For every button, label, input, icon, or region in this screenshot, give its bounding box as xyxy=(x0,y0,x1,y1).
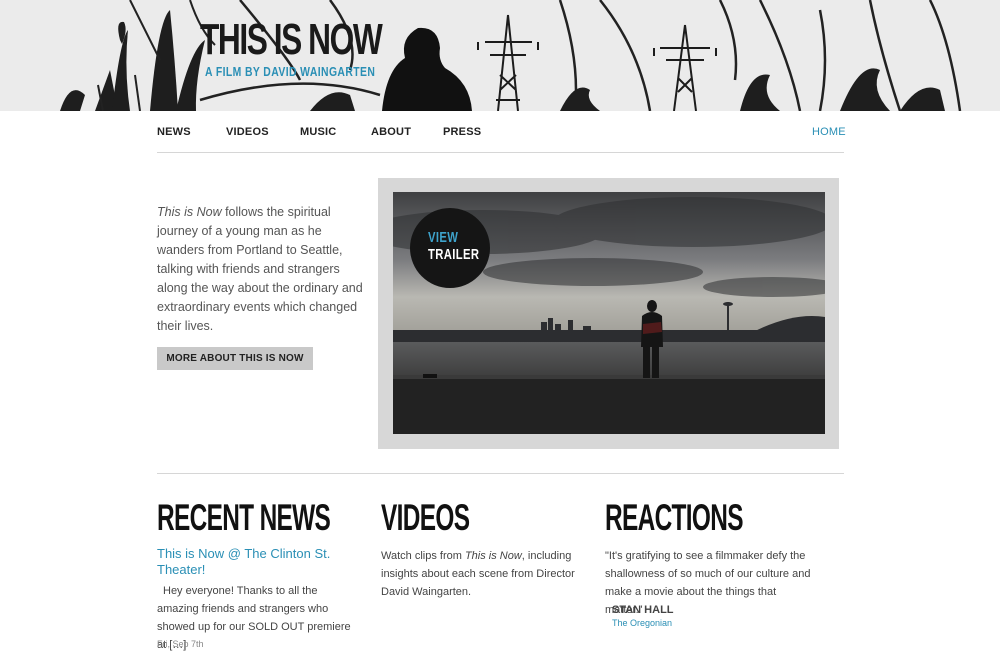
videos-heading: VIDEOS xyxy=(381,497,470,538)
intro-text: follows the spiritual journey of a young… xyxy=(157,205,363,333)
trailer-badge-line2: TRAILER xyxy=(428,246,480,263)
nav-item-videos[interactable]: VIDEOS xyxy=(226,126,269,138)
view-trailer-button[interactable]: VIEW TRAILER xyxy=(410,208,490,288)
main-nav: NEWS VIDEOS MUSIC ABOUT PRESS HOME xyxy=(157,124,846,153)
videos-text-before: Watch clips from xyxy=(381,550,465,562)
nav-item-press[interactable]: PRESS xyxy=(443,126,481,138)
intro-title-italic: This is Now xyxy=(157,205,222,219)
news-post-title-link[interactable]: This is Now @ The Clinton St. Theater! xyxy=(157,546,357,578)
recent-news-heading: RECENT NEWS xyxy=(157,497,331,538)
banner-illustration xyxy=(60,0,962,111)
nav-item-news[interactable]: NEWS xyxy=(157,126,191,138)
intro-description: This is Now follows the spiritual journe… xyxy=(157,203,367,336)
section-divider xyxy=(157,473,844,474)
videos-text-italic: This is Now xyxy=(464,550,522,562)
reactions-heading: REACTIONS xyxy=(605,497,744,538)
trailer-badge-line1: VIEW xyxy=(428,229,459,246)
news-date: Fri, Sep 7th xyxy=(157,639,204,649)
videos-description: Watch clips from This is Now, including … xyxy=(381,547,581,601)
nav-item-about[interactable]: ABOUT xyxy=(371,126,411,138)
nav-item-home[interactable]: HOME xyxy=(812,126,846,138)
quote-source-link[interactable]: The Oregonian xyxy=(612,618,672,628)
header-banner: THIS IS NOW A FILM BY DAVID WAINGARTEN xyxy=(0,0,1000,111)
quote-author: STAN HALL xyxy=(612,604,674,616)
nav-item-music[interactable]: MUSIC xyxy=(300,126,336,138)
site-title[interactable]: THIS IS NOW xyxy=(200,18,383,62)
site-subtitle: A FILM BY DAVID WAINGARTEN xyxy=(205,64,376,79)
more-about-button[interactable]: MORE ABOUT THIS IS NOW xyxy=(157,347,313,370)
